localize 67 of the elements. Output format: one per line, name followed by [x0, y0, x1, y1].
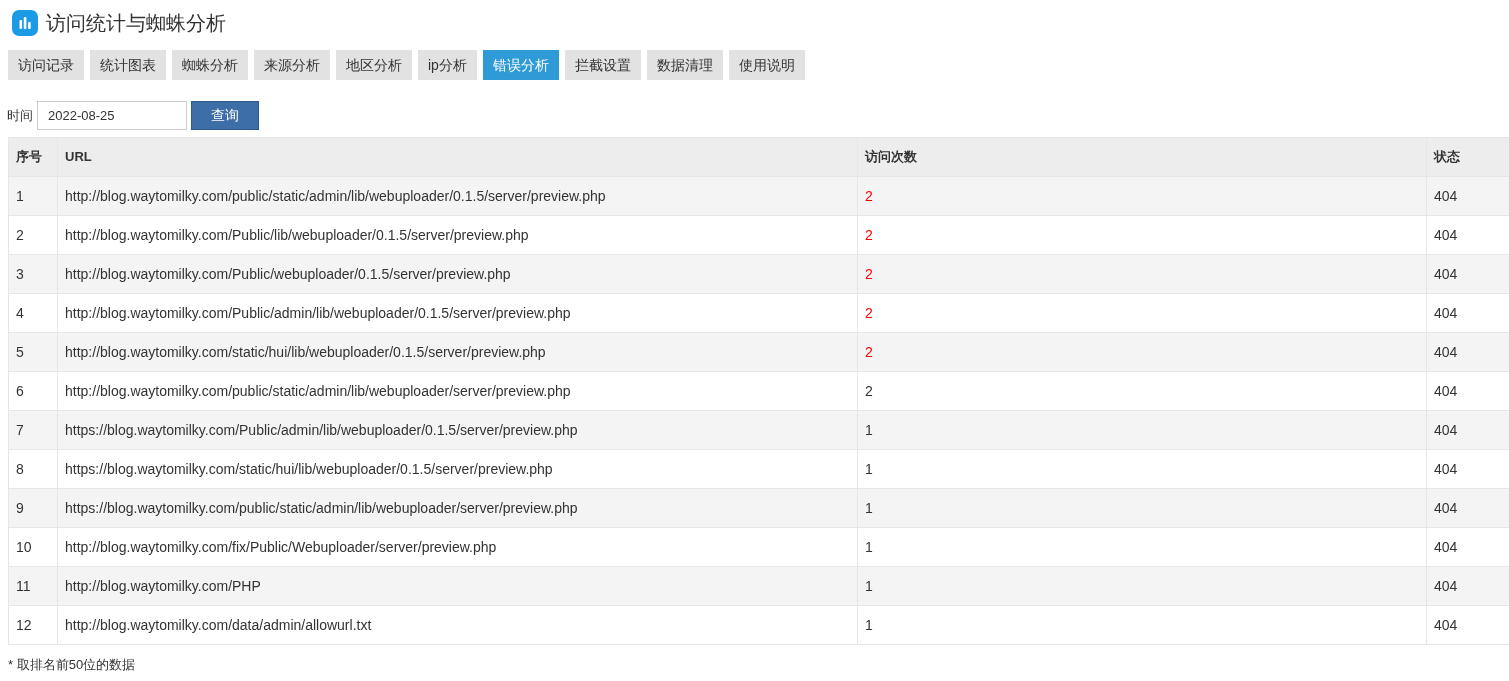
column-header: 状态: [1426, 137, 1509, 177]
url-cell: http://blog.waytomilky.com/data/admin/allowurl.txt: [57, 605, 858, 645]
visit-count-cell: 1: [857, 488, 1427, 528]
status-cell: 404: [1426, 449, 1509, 489]
status-cell: 404: [1426, 293, 1509, 333]
url-cell: http://blog.waytomilky.com/fix/Public/Webuploader/server/preview.php: [57, 527, 858, 567]
row-number-cell: 4: [8, 293, 58, 333]
row-number-cell: 7: [8, 410, 58, 450]
tab[interactable]: 来源分析: [254, 50, 330, 80]
tab[interactable]: 地区分析: [336, 50, 412, 80]
tab[interactable]: 统计图表: [90, 50, 166, 80]
visit-count-cell: 2: [857, 176, 1427, 216]
bar-chart-icon: [12, 10, 38, 36]
row-number-cell: 10: [8, 527, 58, 567]
status-cell: 404: [1426, 605, 1509, 645]
date-label: 时间: [7, 106, 33, 125]
visit-count-cell: 2: [857, 371, 1427, 411]
url-cell: http://blog.waytomilky.com/PHP: [57, 566, 858, 606]
visit-count-cell: 1: [857, 566, 1427, 606]
row-number-cell: 3: [8, 254, 58, 294]
url-cell: https://blog.waytomilky.com/Public/admin/lib/webuploader/0.1.5/server/preview.php: [57, 410, 858, 450]
url-cell: http://blog.waytomilky.com/static/hui/lib/webuploader/0.1.5/server/preview.php: [57, 332, 858, 372]
page-title: 访问统计与蜘蛛分析: [46, 11, 226, 36]
status-cell: 404: [1426, 410, 1509, 450]
status-cell: 404: [1426, 176, 1509, 216]
row-number-cell: 11: [8, 566, 58, 606]
status-cell: 404: [1426, 371, 1509, 411]
row-number-cell: 12: [8, 605, 58, 645]
row-number-cell: 1: [8, 176, 58, 216]
tab[interactable]: 蜘蛛分析: [172, 50, 248, 80]
visit-count-cell: 1: [857, 527, 1427, 567]
row-number-cell: 8: [8, 449, 58, 489]
status-cell: 404: [1426, 527, 1509, 567]
row-number-cell: 5: [8, 332, 58, 372]
url-cell: http://blog.waytomilky.com/Public/webuploader/0.1.5/server/preview.php: [57, 254, 858, 294]
visit-count-cell: 2: [857, 254, 1427, 294]
column-header: 序号: [8, 137, 58, 177]
status-cell: 404: [1426, 566, 1509, 606]
date-field[interactable]: 2022-08-25: [37, 101, 187, 130]
column-header: URL: [57, 137, 858, 177]
row-number-cell: 9: [8, 488, 58, 528]
url-cell: http://blog.waytomilky.com/public/static/admin/lib/webuploader/server/preview.php: [57, 371, 858, 411]
visit-count-cell: 1: [857, 449, 1427, 489]
column-header: 访问次数: [857, 137, 1427, 177]
tab[interactable]: ip分析: [418, 50, 477, 80]
visit-count-cell: 2: [857, 215, 1427, 255]
tab[interactable]: 访问记录: [8, 50, 84, 80]
status-cell: 404: [1426, 215, 1509, 255]
visit-count-cell: 2: [857, 293, 1427, 333]
row-number-cell: 2: [8, 215, 58, 255]
tab[interactable]: 使用说明: [728, 50, 805, 80]
url-cell: http://blog.waytomilky.com/Public/admin/lib/webuploader/0.1.5/server/preview.php: [57, 293, 858, 333]
tab[interactable]: 数据清理: [646, 50, 723, 80]
visit-count-cell: 1: [857, 605, 1427, 645]
visit-count-cell: 2: [857, 332, 1427, 372]
url-cell: https://blog.waytomilky.com/static/hui/lib/webuploader/0.1.5/server/preview.php: [57, 449, 858, 489]
query-button[interactable]: 查询: [191, 101, 259, 130]
row-number-cell: 6: [8, 371, 58, 411]
status-cell: 404: [1426, 254, 1509, 294]
status-cell: 404: [1426, 488, 1509, 528]
footnote: * 取排名前50位的数据: [7, 656, 136, 674]
status-cell: 404: [1426, 332, 1509, 372]
visit-count-cell: 1: [857, 410, 1427, 450]
tab[interactable]: 拦截设置: [564, 50, 641, 80]
url-cell: https://blog.waytomilky.com/public/static/admin/lib/webuploader/server/preview.php: [57, 488, 858, 528]
url-cell: http://blog.waytomilky.com/Public/lib/webuploader/0.1.5/server/preview.php: [57, 215, 858, 255]
url-cell: http://blog.waytomilky.com/public/static/admin/lib/webuploader/0.1.5/server/preview.php: [57, 176, 858, 216]
